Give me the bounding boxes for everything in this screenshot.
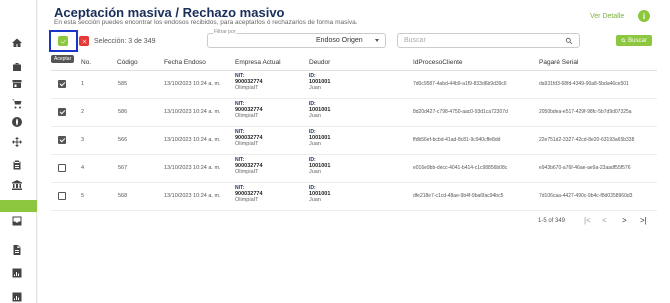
cell-empresa: NIT: 900032774 OlimpiaIT <box>235 73 263 91</box>
globe-icon[interactable] <box>10 115 24 129</box>
empresa-name: OlimpiaIT <box>235 113 259 119</box>
search-input[interactable] <box>397 33 580 48</box>
cell-fecha: 13/10/2023 10:24 a. m. <box>164 165 221 171</box>
cell-codigo: 585 <box>118 81 128 87</box>
cell-fecha: 13/10/2023 10:24 a. m. <box>164 81 221 87</box>
cell-empresa: NIT: 900032774 OlimpiaIT <box>235 129 263 147</box>
move-icon[interactable] <box>10 135 24 149</box>
cell-deudor: ID: 1001001 Juan <box>309 129 330 147</box>
cell-proceso: ffdb56ef-bcbd-41ad-8c81-9c940cffe8dd <box>413 137 501 143</box>
cell-pagare: e943b670-a76f-46ae-ae9a-23aadf55f576 <box>539 165 631 171</box>
first-page-button[interactable]: |< <box>584 216 591 225</box>
last-page-button[interactable]: >| <box>640 216 647 225</box>
table-row[interactable]: 5 568 13/10/2023 10:24 a. m. NIT: 900032774 O… <box>51 183 657 211</box>
reject-button[interactable] <box>79 36 89 46</box>
cell-empresa: NIT: 900032774 OlimpiaIT <box>235 101 263 119</box>
empresa-name: OlimpiaIT <box>235 197 259 203</box>
accept-tooltip: Aceptar <box>51 55 75 63</box>
empresa-name: OlimpiaIT <box>235 141 259 147</box>
reject-icon <box>81 38 87 44</box>
info-icon[interactable]: i <box>638 10 650 22</box>
cell-fecha: 13/10/2023 10:24 a. m. <box>164 109 221 115</box>
chevron-down-icon <box>375 39 379 42</box>
cell-codigo: 567 <box>118 165 128 171</box>
cell-deudor: ID: 1001001 Juan <box>309 185 330 203</box>
next-page-button[interactable]: > <box>622 216 627 225</box>
row-checkbox[interactable] <box>58 192 66 200</box>
row-checkbox[interactable] <box>58 136 66 144</box>
cell-no: 5 <box>81 193 85 199</box>
focus-highlight <box>49 30 78 52</box>
table-row[interactable]: 4 567 13/10/2023 10:24 a. m. NIT: 900032774 O… <box>51 155 657 183</box>
cell-no: 2 <box>81 109 85 115</box>
cell-pagare: 2050bdea-e517-429f-98fc-5b7d9d07325a <box>539 109 632 115</box>
active-item[interactable] <box>0 200 37 212</box>
cell-proceso: 7d0c9587-4abd-44b9-a1f9-833d6b9d39c6 <box>413 81 507 87</box>
cell-no: 1 <box>81 81 85 87</box>
buscar-label: Buscar <box>628 37 647 44</box>
cell-fecha: 13/10/2023 10:24 a. m. <box>164 193 221 199</box>
deudor-name: Juan <box>309 169 321 175</box>
cart-icon[interactable] <box>10 97 24 111</box>
col-no[interactable]: No. <box>81 59 91 66</box>
cell-pagare: 22e751d2-3327-42cd-8e20-63193a65b338 <box>539 137 635 143</box>
bank-icon[interactable] <box>10 178 24 192</box>
cell-pagare: 7d106caa-4427-490c-9b4c-f8d0358960d3 <box>539 193 633 199</box>
cell-pagare: da931fd3-68fd-4349-90a8-5bda46ce501 <box>539 81 629 87</box>
col-pagare[interactable]: Pagaré Serial <box>539 59 578 66</box>
filter-value: Endoso Origen <box>316 37 363 44</box>
filter-label: Filtrar por <box>213 29 237 35</box>
pagination-info: 1-5 of 349 <box>538 218 566 224</box>
main-content: Aceptación masiva / Rechazo masivo En es… <box>38 0 670 303</box>
prev-page-button[interactable]: < <box>602 216 607 225</box>
page-title: Aceptación masiva / Rechazo masivo <box>54 5 285 20</box>
cell-proceso: dfe218e7-c1cd-48ae-9b4f-9ba6fac94bc5 <box>413 193 504 199</box>
deudor-name: Juan <box>309 113 321 119</box>
cell-no: 4 <box>81 165 85 171</box>
cell-no: 3 <box>81 137 85 143</box>
col-deudor[interactable]: Deudor <box>309 59 330 66</box>
table-row[interactable]: 3 566 13/10/2023 10:24 a. m. NIT: 900032774 O… <box>51 127 657 155</box>
deudor-name: Juan <box>309 197 321 203</box>
chart-icon[interactable] <box>10 266 24 280</box>
cell-codigo: 566 <box>118 137 128 143</box>
search-icon <box>621 38 626 43</box>
col-proceso[interactable]: IdProcesoCliente <box>413 59 463 66</box>
cell-empresa: NIT: 900032774 OlimpiaIT <box>235 157 263 175</box>
document-icon[interactable] <box>10 243 24 257</box>
empresa-name: OlimpiaIT <box>235 169 259 175</box>
cell-codigo: 568 <box>118 193 128 199</box>
store-icon[interactable] <box>10 77 24 91</box>
empresa-name: OlimpiaIT <box>235 85 259 91</box>
cell-proceso: e016e9bb-decc-4041-b414-c1c98856b08c <box>413 165 508 171</box>
inbox-icon[interactable] <box>10 214 24 228</box>
col-fecha[interactable]: Fecha Endoso <box>164 59 206 66</box>
ver-detalle-link[interactable]: Ver Detalle <box>590 13 624 20</box>
cell-deudor: ID: 1001001 Juan <box>309 101 330 119</box>
deudor-name: Juan <box>309 141 321 147</box>
row-checkbox[interactable] <box>58 108 66 116</box>
cell-proceso: 8d20d427-c798-4750-aac0-93d1ca72307d <box>413 109 508 115</box>
page-subtitle: En esta sección puedes encontrar los end… <box>54 19 358 26</box>
search-icon[interactable] <box>565 37 573 45</box>
col-codigo[interactable]: Código <box>117 59 138 66</box>
cell-codigo: 586 <box>118 109 128 115</box>
home-icon[interactable] <box>10 36 24 50</box>
col-empresa[interactable]: Empresa Actual <box>235 59 281 66</box>
buscar-button[interactable]: Buscar <box>616 35 652 46</box>
table-row[interactable]: 2 586 13/10/2023 10:24 a. m. NIT: 900032774 O… <box>51 99 657 127</box>
deudor-name: Juan <box>309 85 321 91</box>
row-checkbox[interactable] <box>58 80 66 88</box>
table-row[interactable]: 1 585 13/10/2023 10:24 a. m. NIT: 900032774 O… <box>51 71 657 99</box>
cell-deudor: ID: 1001001 Juan <box>309 157 330 175</box>
cell-empresa: NIT: 900032774 OlimpiaIT <box>235 185 263 203</box>
clipboard-icon[interactable] <box>10 158 24 172</box>
briefcase-icon[interactable] <box>10 60 24 74</box>
cell-fecha: 13/10/2023 10:24 a. m. <box>164 137 221 143</box>
sidebar <box>0 0 37 303</box>
chart-2-icon[interactable] <box>10 290 24 303</box>
row-checkbox[interactable] <box>58 164 66 172</box>
cell-deudor: ID: 1001001 Juan <box>309 73 330 91</box>
selection-count: Selección: 3 de 349 <box>94 38 156 45</box>
